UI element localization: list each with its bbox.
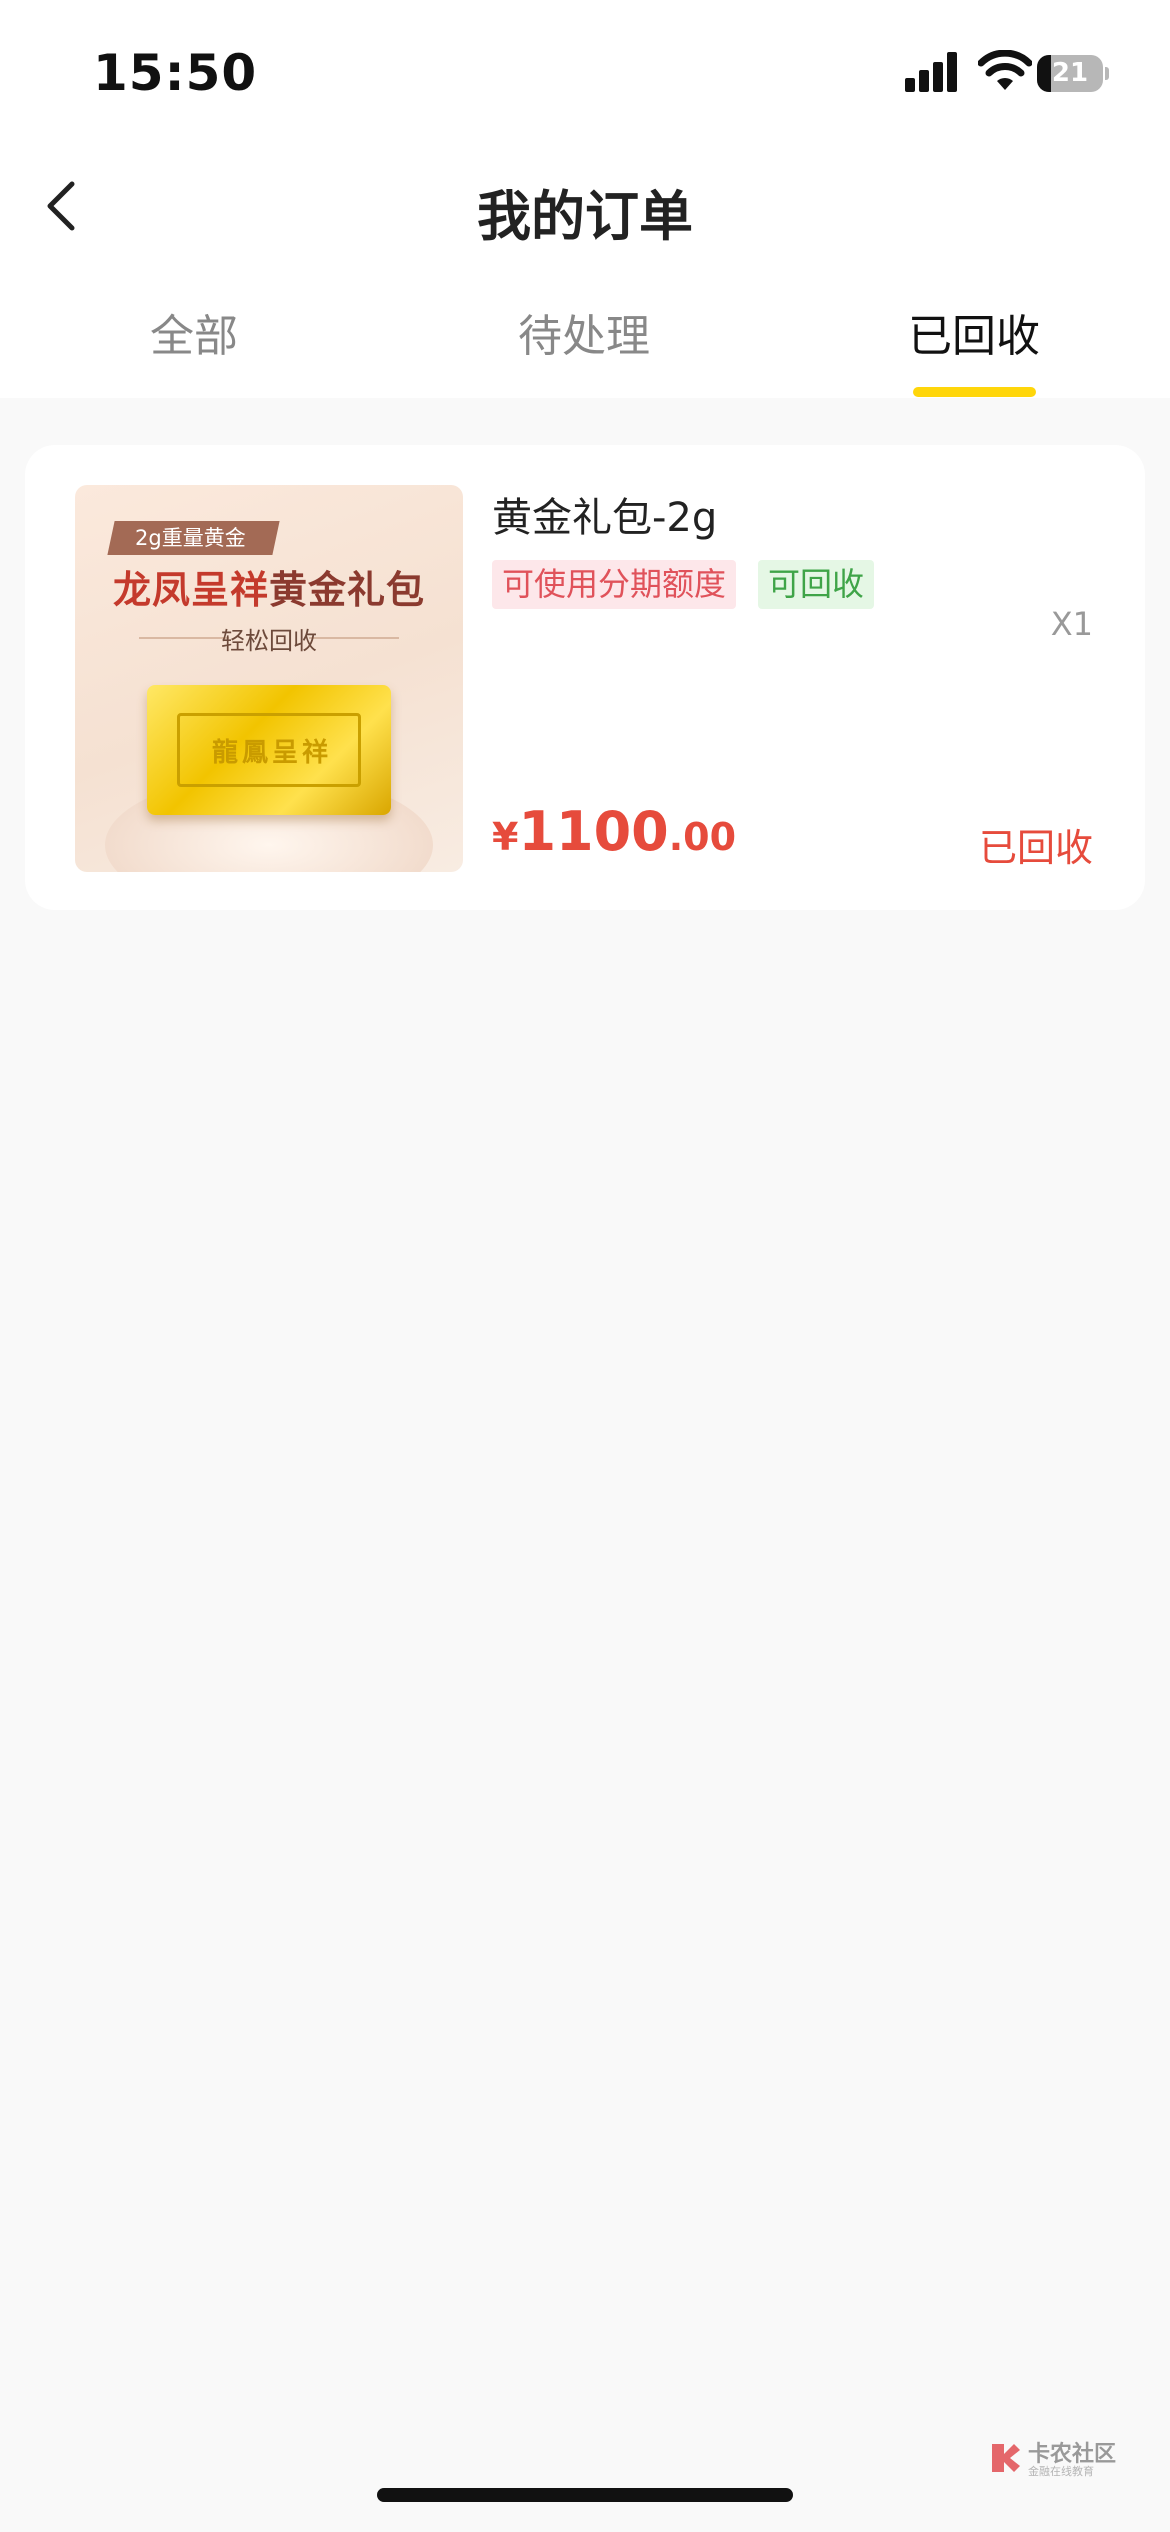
- quantity: X1: [1050, 605, 1093, 643]
- tag-installment: 可使用分期额度: [492, 560, 737, 609]
- price: ¥1100.00: [492, 800, 737, 863]
- order-card[interactable]: 2g重量黄金 龙凤呈祥黄金礼包 轻松回收 龍鳳呈祥 黄金礼包-2g 可使用分期额…: [25, 445, 1145, 910]
- thumbnail-headline: 龙凤呈祥黄金礼包: [112, 567, 426, 612]
- product-name: 黄金礼包-2g: [492, 495, 718, 541]
- gold-bar-image: 龍鳳呈祥: [147, 685, 391, 815]
- active-tab-indicator: [913, 387, 1036, 397]
- thumbnail-subline: 轻松回收: [221, 627, 317, 655]
- order-status: 已回收: [978, 826, 1093, 870]
- tab-all[interactable]: 全部: [94, 300, 294, 364]
- page-title: 我的订单: [477, 185, 693, 248]
- battery-level-text: 21: [1051, 58, 1089, 88]
- watermark-logo-icon: [992, 2444, 1020, 2472]
- tab-recycled[interactable]: 已回收: [874, 300, 1074, 364]
- tag-recyclable: 可回收: [758, 560, 875, 609]
- cellular-signal-icon: [905, 52, 959, 92]
- gold-bar-engraving: 龍鳳呈祥: [211, 738, 332, 768]
- product-thumbnail[interactable]: 2g重量黄金 龙凤呈祥黄金礼包 轻松回收 龍鳳呈祥: [75, 485, 463, 872]
- watermark: 卡农社区 金融在线教育: [988, 2436, 1118, 2480]
- tab-pending[interactable]: 待处理: [484, 300, 684, 364]
- watermark-subtitle: 金融在线教育: [1028, 2465, 1094, 2478]
- battery-icon: 21: [1037, 55, 1109, 92]
- status-time: 15:50: [93, 44, 258, 102]
- thumbnail-ribbon: 2g重量黄金: [107, 521, 280, 555]
- wifi-icon: [978, 50, 1032, 90]
- home-indicator[interactable]: [377, 2488, 793, 2502]
